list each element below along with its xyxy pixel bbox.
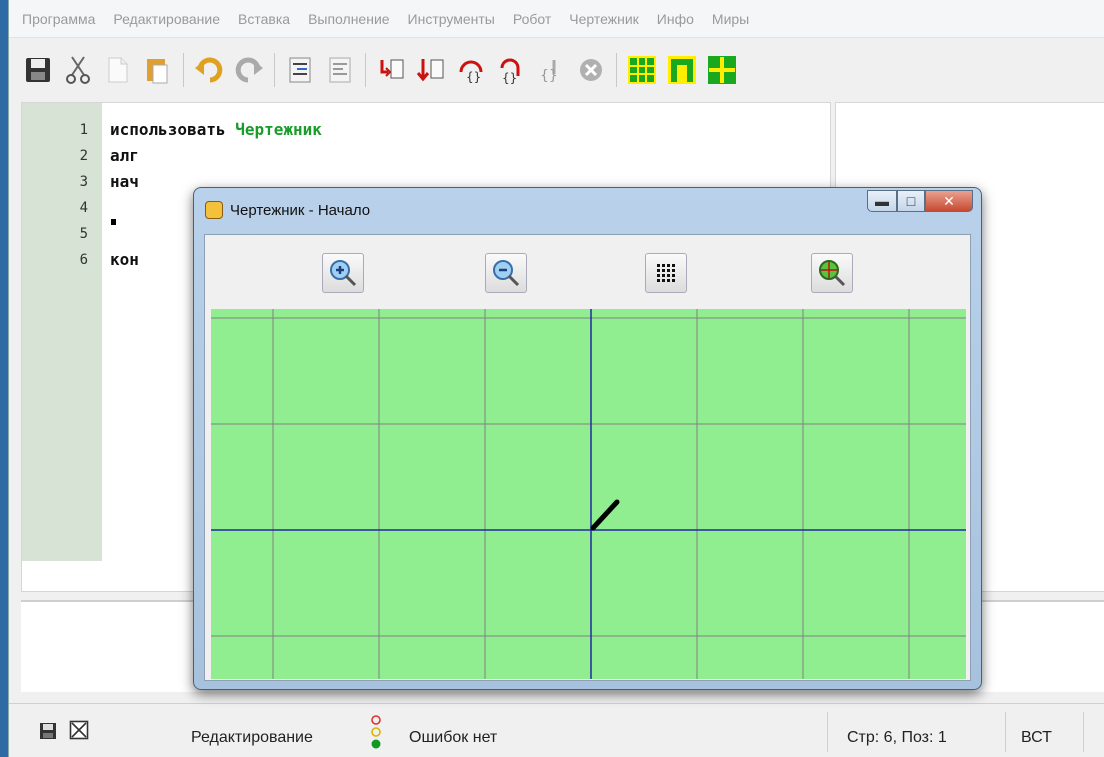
save-status-icon[interactable] xyxy=(39,722,57,740)
smiley-app-icon xyxy=(205,201,223,219)
line-number: 4 xyxy=(79,200,88,216)
code-line[interactable]: алг xyxy=(110,143,139,169)
status-errors: Ошибок нет xyxy=(409,729,498,746)
status-divider xyxy=(1083,712,1084,752)
status-bar: Редактирование Ошибок нет Стр: 6, Поз: 1… xyxy=(9,703,1104,757)
menu-robot[interactable]: Робот xyxy=(504,11,560,27)
step-out-icon[interactable]: {} xyxy=(494,52,528,88)
svg-text:{}: {} xyxy=(466,70,481,84)
grid-icon xyxy=(657,264,675,282)
robot-wall-icon[interactable] xyxy=(665,52,699,88)
svg-text:{}: {} xyxy=(540,68,558,84)
svg-text:{}: {} xyxy=(502,71,517,84)
status-divider xyxy=(827,712,828,752)
menu-insert[interactable]: Вставка xyxy=(229,11,299,27)
zoom-in-icon xyxy=(330,260,357,287)
toolbar: {} {} {} xyxy=(9,44,1104,96)
status-mode: Редактирование xyxy=(191,729,313,746)
zoom-fit-button[interactable] xyxy=(811,253,853,293)
window-controls: ▬ □ ✕ xyxy=(867,190,973,212)
menu-info[interactable]: Инфо xyxy=(648,11,703,27)
menu-drafter[interactable]: Чертежник xyxy=(560,11,648,27)
line-number: 3 xyxy=(79,174,88,190)
line-number: 1 xyxy=(79,122,88,138)
canvas-background xyxy=(211,309,966,679)
close-box-icon[interactable] xyxy=(69,720,89,740)
maximize-icon: □ xyxy=(906,193,916,209)
indent-icon[interactable] xyxy=(283,52,317,88)
code-actor-name: Чертежник xyxy=(235,120,322,139)
menu-run[interactable]: Выполнение xyxy=(299,11,398,27)
copy-icon[interactable] xyxy=(101,52,135,88)
status-cursor-position: Стр: 6, Поз: 1 xyxy=(847,729,947,746)
unindent-icon[interactable] xyxy=(323,52,357,88)
cut-icon[interactable] xyxy=(61,52,95,88)
menu-edit[interactable]: Редактирование xyxy=(104,11,229,27)
code-keyword: использовать xyxy=(110,120,226,139)
line-number: 2 xyxy=(79,148,88,164)
paste-icon[interactable] xyxy=(141,52,175,88)
toolbar-separator xyxy=(183,53,184,87)
zoom-out-icon xyxy=(493,260,520,287)
code-line[interactable]: использовать Чертежник xyxy=(110,117,322,143)
zoom-out-button[interactable] xyxy=(485,253,527,293)
close-button[interactable]: ✕ xyxy=(925,190,973,212)
code-line[interactable]: нач xyxy=(110,169,139,195)
code-keyword: нач xyxy=(110,172,139,191)
step-into-icon[interactable]: {} xyxy=(454,52,488,88)
save-icon[interactable] xyxy=(21,52,55,88)
toolbar-separator xyxy=(616,53,617,87)
menu-worlds[interactable]: Миры xyxy=(703,11,758,27)
redo-icon[interactable] xyxy=(232,52,266,88)
maximize-button[interactable]: □ xyxy=(897,190,925,212)
drafter-window-title: Чертежник - Начало xyxy=(230,202,371,219)
line-number: 5 xyxy=(79,226,88,242)
drafter-window[interactable]: Чертежник - Начало ▬ □ ✕ xyxy=(193,187,982,690)
menu-program[interactable]: Программа xyxy=(13,11,104,27)
code-line[interactable]: кон xyxy=(110,247,139,273)
menu-tools[interactable]: Инструменты xyxy=(399,11,504,27)
step-over-icon[interactable]: {} xyxy=(534,52,568,88)
toolbar-separator xyxy=(274,53,275,87)
drafter-canvas[interactable] xyxy=(211,309,966,679)
menu-bar: Программа Редактирование Вставка Выполне… xyxy=(9,0,1104,38)
drafter-client-area xyxy=(204,234,971,681)
zoom-fit-icon xyxy=(819,260,846,287)
close-icon: ✕ xyxy=(943,192,955,209)
code-keyword: кон xyxy=(110,250,139,269)
robot-grid-icon[interactable] xyxy=(625,52,659,88)
minimize-icon: ▬ xyxy=(875,193,889,209)
stop-icon[interactable] xyxy=(574,52,608,88)
drafter-grid-icon[interactable] xyxy=(705,52,739,88)
toggle-grid-button[interactable] xyxy=(645,253,687,293)
minimize-button[interactable]: ▬ xyxy=(867,190,897,212)
status-divider xyxy=(1005,712,1006,752)
line-number: 6 xyxy=(79,252,88,268)
zoom-in-button[interactable] xyxy=(322,253,364,293)
status-insert-mode: ВСТ xyxy=(1021,729,1052,746)
text-cursor xyxy=(111,219,116,225)
toolbar-separator xyxy=(365,53,366,87)
traffic-light-icon xyxy=(371,715,381,749)
undo-icon[interactable] xyxy=(192,52,226,88)
code-keyword: алг xyxy=(110,146,139,165)
step-icon[interactable] xyxy=(414,52,448,88)
run-icon[interactable] xyxy=(374,52,408,88)
